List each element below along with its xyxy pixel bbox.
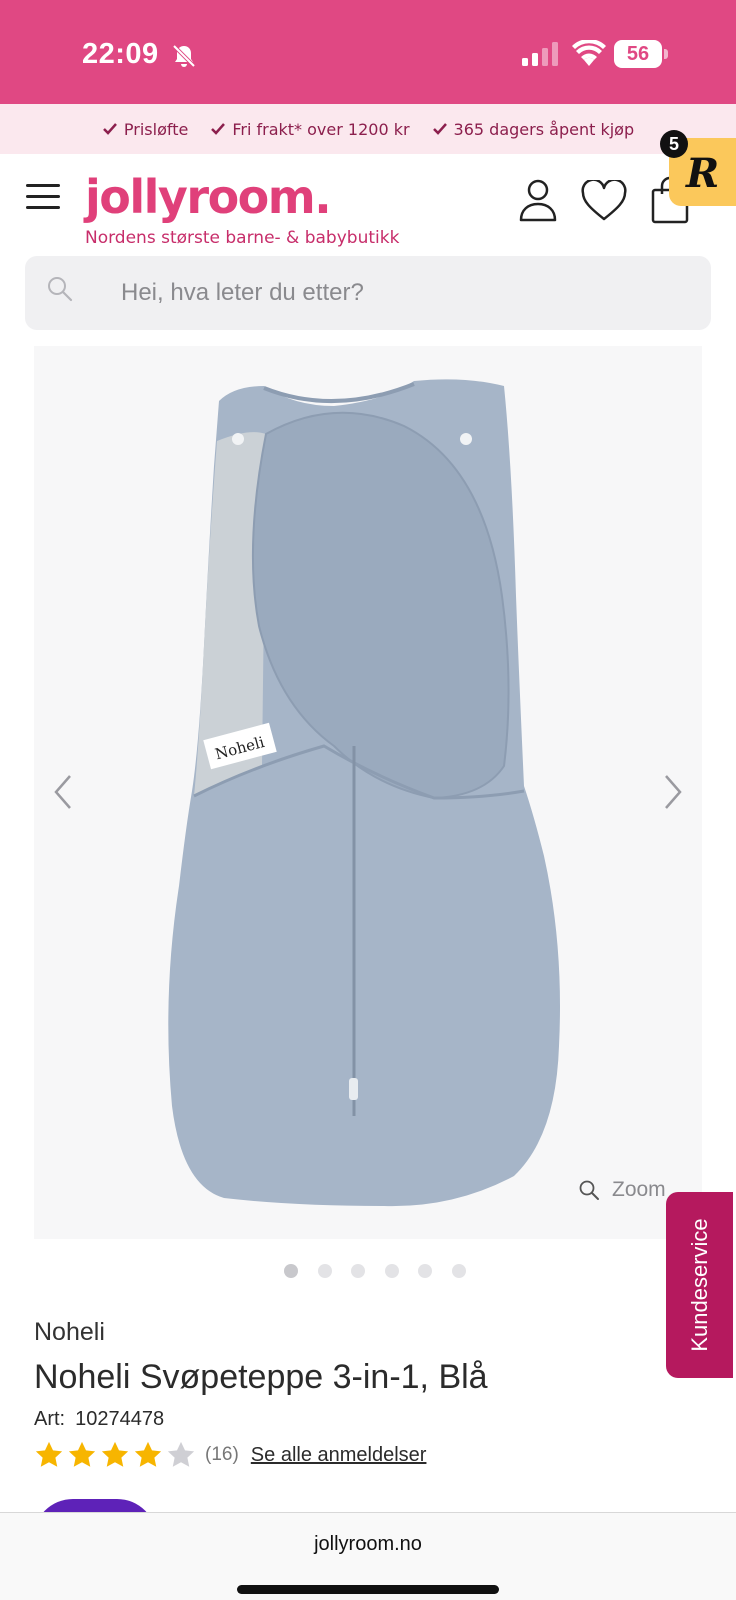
cellular-signal-icon	[522, 42, 558, 66]
article-number-label: Art:	[34, 1408, 66, 1430]
star-empty-icon	[167, 1441, 195, 1467]
review-count: (16)	[205, 1444, 239, 1465]
see-all-reviews-link[interactable]: Se alle anmeldelser	[251, 1444, 427, 1467]
menu-icon[interactable]	[26, 184, 60, 210]
product-image[interactable]: Noheli	[34, 346, 702, 1239]
browser-url[interactable]: jollyroom.no	[0, 1533, 736, 1556]
star-filled-icon	[68, 1441, 96, 1467]
browser-address-bar[interactable]: jollyroom.no	[0, 1512, 736, 1600]
product-image-gallery[interactable]: Noheli	[34, 346, 702, 1239]
check-icon	[103, 123, 117, 135]
star-filled-icon	[35, 1441, 63, 1467]
product-title: Noheli Svøpeteppe 3-in-1, Blå	[34, 1358, 488, 1396]
star-filled-icon	[134, 1441, 162, 1467]
search-input[interactable]	[97, 256, 687, 330]
wifi-icon	[572, 40, 606, 66]
bell-slash-icon	[172, 44, 196, 68]
status-time: 22:09	[82, 38, 159, 70]
star-filled-icon	[101, 1441, 129, 1467]
gallery-dot[interactable]	[284, 1264, 298, 1278]
home-indicator[interactable]	[237, 1585, 499, 1594]
promo-label: 365 dagers åpent kjøp	[453, 119, 635, 139]
heart-icon[interactable]	[580, 180, 628, 222]
gallery-dot[interactable]	[418, 1264, 432, 1278]
promo-item: 365 dagers åpent kjøp	[432, 119, 635, 139]
magnifier-icon	[579, 1180, 599, 1200]
battery-icon: 56	[614, 40, 668, 68]
site-logo[interactable]: jollyroom.	[85, 170, 332, 224]
status-bar: 22:09 56	[0, 0, 736, 104]
gallery-dot[interactable]	[384, 1264, 399, 1278]
gallery-dot[interactable]	[451, 1264, 466, 1278]
search-bar[interactable]	[25, 256, 711, 330]
extension-logo[interactable]: R	[686, 150, 719, 197]
promo-item: Fri frakt* over 1200 kr	[210, 119, 410, 139]
zoom-button[interactable]: Zoom	[578, 1178, 666, 1202]
gallery-dot[interactable]	[317, 1264, 332, 1278]
battery-level: 56	[614, 40, 662, 68]
gallery-pagination	[284, 1264, 466, 1278]
zoom-label: Zoom	[612, 1178, 666, 1201]
customer-service-tab[interactable]: Kundeservice	[666, 1192, 733, 1378]
user-icon[interactable]	[518, 178, 558, 222]
extension-count-badge: 5	[660, 130, 688, 158]
article-number-value: 10274478	[75, 1408, 165, 1430]
check-icon	[211, 123, 226, 135]
article-number: Art: 10274478	[34, 1408, 164, 1431]
gallery-dot[interactable]	[351, 1264, 365, 1278]
check-icon	[432, 123, 447, 135]
customer-service-label: Kundeservice	[686, 1218, 712, 1352]
product-brand[interactable]: Noheli	[34, 1318, 105, 1347]
promo-bar: Prisløfte Fri frakt* over 1200 kr 365 da…	[0, 104, 736, 154]
search-icon	[48, 277, 73, 302]
previous-image-arrow-icon[interactable]	[50, 772, 76, 812]
product-rating[interactable]: (16) Se alle anmeldelser	[34, 1440, 426, 1470]
promo-label: Prisløfte	[123, 119, 189, 139]
site-tagline: Nordens største barne- & babybutikk	[85, 228, 400, 248]
promo-label: Fri frakt* over 1200 kr	[232, 119, 410, 139]
next-image-arrow-icon[interactable]	[660, 772, 686, 812]
promo-item: Prisløfte	[102, 120, 188, 139]
